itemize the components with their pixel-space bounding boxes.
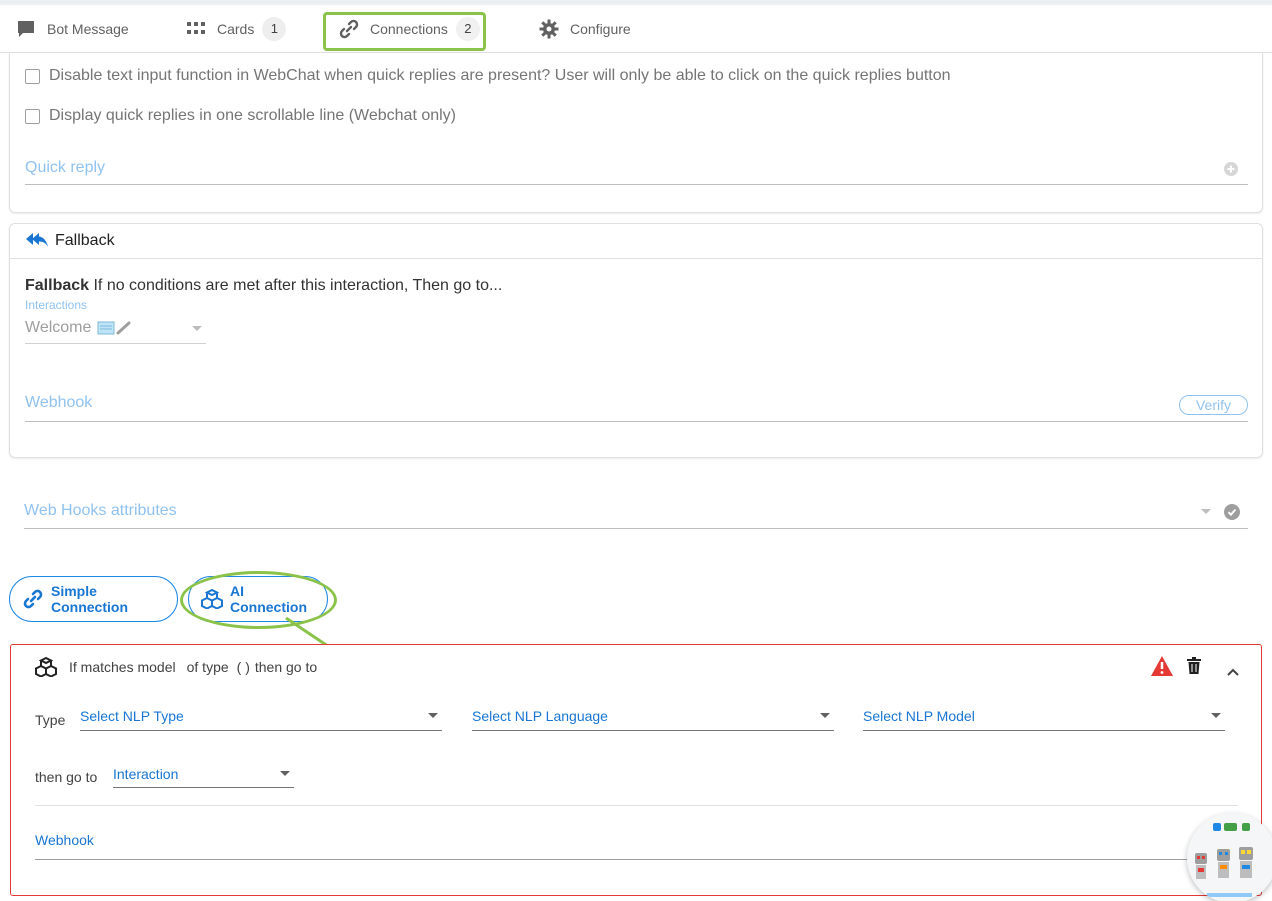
select-value: Select NLP Model (863, 708, 975, 724)
warning-icon (1150, 655, 1174, 682)
header-parens: ( ) (236, 659, 250, 675)
interaction-select[interactable]: Interaction (113, 766, 294, 788)
select-value: Select NLP Language (472, 708, 608, 724)
select-value: Interaction (113, 766, 179, 782)
type-label: Type (35, 712, 66, 728)
chevron-down-icon (280, 771, 290, 776)
ai-connection-card: If matches model of type ( ) then go to … (10, 644, 1262, 896)
divider (35, 805, 1238, 806)
trash-icon[interactable] (1187, 657, 1201, 679)
chevron-down-icon (428, 713, 438, 718)
ai-webhook-input[interactable]: Webhook (35, 832, 1248, 860)
select-value: Select NLP Type (80, 708, 184, 724)
chevron-up-icon[interactable] (1227, 663, 1239, 681)
chevron-down-icon (820, 713, 830, 718)
chat-widget-button[interactable] (1187, 813, 1272, 901)
then-go-to-label: then go to (35, 769, 98, 785)
nlp-type-select[interactable]: Select NLP Type (80, 708, 442, 731)
robots-icon (1195, 823, 1253, 897)
header-suffix: then go to (254, 659, 318, 675)
header-prefix: If matches model (69, 659, 176, 675)
header-type: of type (186, 659, 229, 675)
nlp-language-select[interactable]: Select NLP Language (472, 708, 834, 731)
ai-connection-header: If matches model of type ( ) then go to (35, 657, 317, 677)
chevron-down-icon (1211, 713, 1221, 718)
webhook-placeholder: Webhook (35, 832, 94, 848)
nlp-model-select[interactable]: Select NLP Model (863, 708, 1225, 731)
cubes-icon (35, 657, 57, 677)
